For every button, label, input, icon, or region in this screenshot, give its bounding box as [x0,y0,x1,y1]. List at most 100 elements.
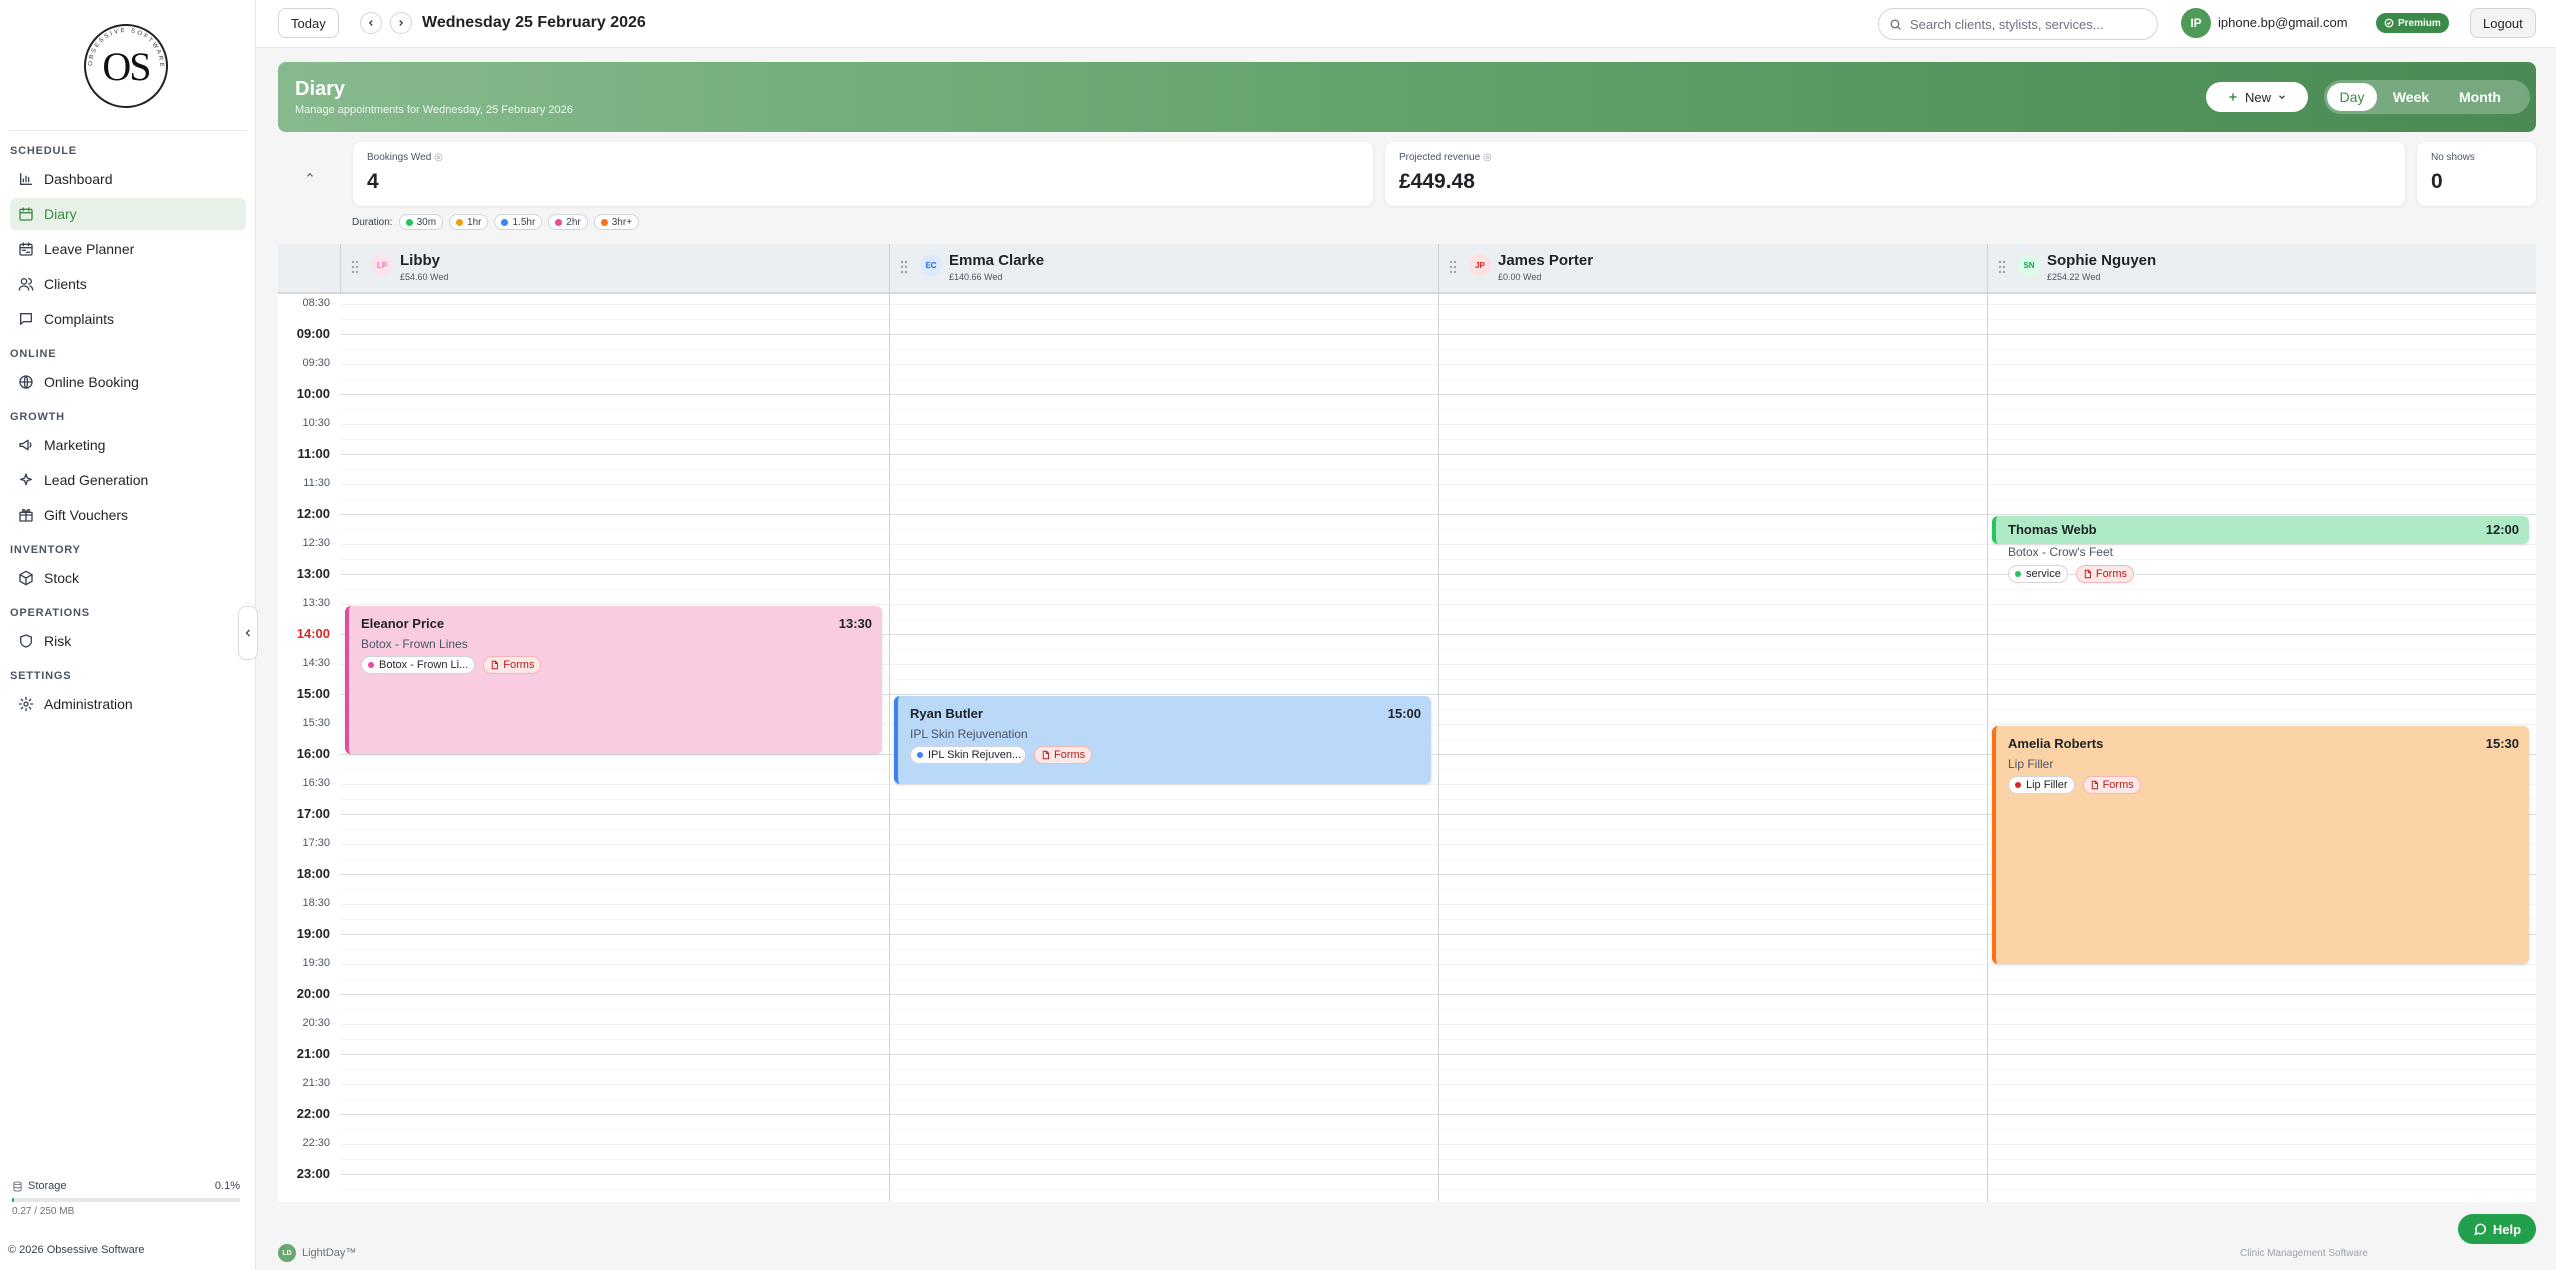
user-avatar[interactable]: IP [2181,8,2211,38]
service-tag: Lip Filler [2008,776,2075,794]
staff-avatar: LP [371,254,393,276]
view-switcher: Day Week Month [2324,80,2530,114]
time-label: 11:00 [297,446,330,461]
staff-name: James Porter [1498,252,1594,269]
eye-icon[interactable]: ◎ [434,152,443,163]
time-label: 10:00 [296,386,330,401]
sidebar-item-marketing[interactable]: Marketing [10,429,246,461]
service-tag-label: IPL Skin Rejuven... [928,749,1022,761]
sidebar-item-online-booking[interactable]: Online Booking [10,366,246,398]
new-button[interactable]: New [2206,82,2308,112]
sidebar-item-complaints[interactable]: Complaints [10,303,246,335]
staff-name: Sophie Nguyen [2047,252,2157,269]
sidebar-item-dashboard[interactable]: Dashboard [10,163,246,195]
nav-section-title: ONLINE [10,348,57,360]
appointment-card[interactable]: Thomas Webb 12:00 Botox - Crow's Feet servi… [1992,516,2529,583]
sidebar-item-label: Stock [44,570,80,586]
sidebar-item-stock[interactable]: Stock [10,562,246,594]
new-label: New [2244,89,2271,105]
drag-handle-icon[interactable] [1449,260,1457,274]
sidebar-item-lead-generation[interactable]: Lead Generation [10,464,246,496]
view-day-button[interactable]: Day [2327,83,2377,111]
column-divider [1987,294,1988,1202]
search-input[interactable]: Search clients, stylists, services... [1878,8,2158,40]
sidebar-nav: SCHEDULE Dashboard Diary Leave Planner Clien… [10,142,246,723]
staff-revenue: £0.00 Wed [1498,272,1542,282]
sidebar-item-clients[interactable]: Clients [10,268,246,300]
appointment-time: 15:00 [1387,706,1421,721]
staff-name: Libby [400,252,440,269]
calendar-icon [19,207,33,221]
appointment-time: 12:00 [2485,522,2519,537]
time-label: 15:30 [302,717,330,729]
chevron-down-icon [2279,95,2285,100]
sidebar-item-label: Dashboard [44,171,113,187]
sidebar-item-gift-vouchers[interactable]: Gift Vouchers [10,499,246,531]
staff-column-header[interactable]: JP James Porter £0.00 Wed [1438,244,1987,294]
forms-tag[interactable]: Forms [483,656,542,674]
time-label: 15:00 [296,686,330,701]
view-month-button[interactable]: Month [2445,83,2515,111]
service-tag: Botox - Frown Li... [361,656,476,674]
appointment-card[interactable]: Ryan Butler 15:00 IPL Skin Rejuvenation IPL… [894,696,1431,784]
forms-tag[interactable]: Forms [2082,776,2141,794]
appointment-client: Thomas Webb [2008,522,2097,537]
time-label: 09:30 [302,357,330,369]
appointment-card[interactable]: Eleanor Price 13:30 Botox - Frown Lines Bot… [345,606,882,754]
appointment-time: 13:30 [838,616,872,631]
stat-revenue-label: Projected revenue [1399,152,1481,163]
drag-handle-icon[interactable] [900,260,908,274]
stat-no-shows-label: No shows [2431,152,2475,163]
column-divider [1438,294,1439,1202]
logout-button[interactable]: Logout [2470,8,2536,38]
document-icon [1042,750,1049,760]
forms-tag[interactable]: Forms [1034,746,1093,764]
appointment-card[interactable]: Amelia Roberts 15:30 Lip Filler Lip Filler F… [1992,726,2529,964]
appointment-client: Eleanor Price [361,616,445,631]
view-week-button[interactable]: Week [2377,83,2445,111]
sidebar-collapse-button[interactable] [238,606,258,660]
chevron-left-icon [368,20,373,26]
time-label: 10:30 [302,417,330,429]
drag-handle-icon[interactable] [1998,260,2006,274]
sidebar-item-label: Risk [44,633,72,649]
appointment-tags: IPL Skin Rejuven... Forms [910,746,1093,764]
eye-icon[interactable]: ◎ [1483,152,1492,163]
page-title: Diary [295,78,346,100]
staff-revenue: £254.22 Wed [2047,272,2101,282]
today-button[interactable]: Today [278,8,339,38]
calendar-grid[interactable]: Eleanor Price 13:30 Botox - Frown Lines Bot… [340,294,2536,1202]
diary-header: Diary Manage appointments for Wednesday,… [278,62,2536,132]
next-day-button[interactable] [390,12,412,34]
drag-handle-icon[interactable] [351,260,359,274]
forms-tag[interactable]: Forms [2075,565,2135,583]
time-label: 16:00 [296,746,330,761]
sidebar-item-leave-planner[interactable]: Leave Planner [10,233,246,265]
time-label: 20:30 [302,1017,330,1029]
globe-icon [19,375,33,389]
database-icon [13,1180,22,1192]
time-label: 22:00 [296,1106,330,1121]
sidebar-item-label: Administration [44,696,133,712]
copyright: © 2026 Obsessive Software [8,1244,145,1256]
company-logo[interactable]: OBSESSIVE SOFTWARE OS [84,24,168,108]
staff-column-header[interactable]: EC Emma Clarke £140.66 Wed [889,244,1438,294]
time-label: 22:30 [302,1137,330,1149]
legend-dot [405,218,413,226]
duration-legend: Duration: 30m 1hr 1.5hr 2hr 3hr+ [352,214,640,230]
staff-column-header[interactable]: LP Libby £54.60 Wed [340,244,889,294]
sidebar-item-administration[interactable]: Administration [10,688,246,720]
service-tag: IPL Skin Rejuven... [910,746,1026,764]
stat-bookings: Bookings Wed ◎ 4 [353,142,1373,206]
stats-collapse-button[interactable] [300,168,320,182]
staff-column-header[interactable]: SN Sophie Nguyen £254.22 Wed [1987,244,2536,294]
shield-icon [20,634,32,648]
document-icon [492,660,499,670]
sidebar-item-diary[interactable]: Diary [10,198,246,230]
prev-day-button[interactable] [360,12,382,34]
sidebar-item-label: Clients [44,276,87,292]
topbar: Today Wednesday 25 February 2026 Search … [256,0,2556,48]
help-button[interactable]: Help [2458,1214,2536,1244]
search-placeholder: Search clients, stylists, services... [1910,16,2104,32]
sidebar-item-risk[interactable]: Risk [10,625,246,657]
